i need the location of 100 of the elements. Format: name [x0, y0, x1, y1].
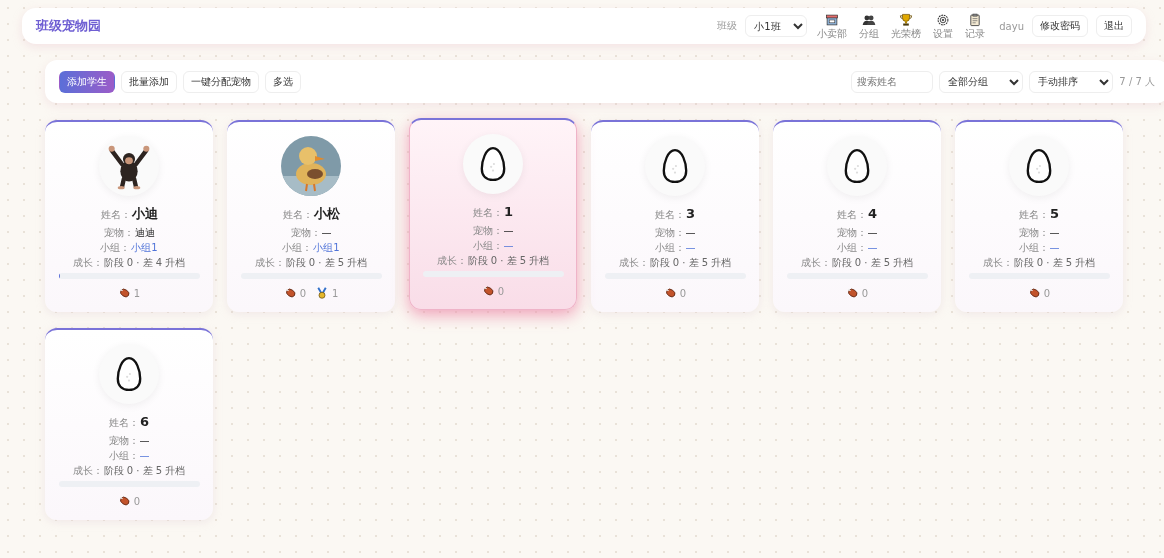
field-label: 宠物： — [654, 226, 685, 240]
toolbar-button[interactable]: 多选 — [265, 70, 301, 93]
pet-value: — — [321, 226, 332, 240]
student-name: 5 — [1049, 205, 1059, 223]
nav-button[interactable]: 分组 — [857, 13, 882, 39]
search-field[interactable]: 搜索姓名 — [851, 70, 934, 93]
student-name: 4 — [867, 205, 877, 223]
nav-button[interactable]: 设置 — [931, 13, 956, 39]
pet-value: — — [503, 224, 514, 238]
student-name: 1 — [503, 203, 513, 221]
field-label: 姓名： — [836, 208, 867, 222]
group-value: — — [867, 241, 878, 255]
toolbar-button[interactable]: 一键分配宠物 — [183, 70, 259, 93]
field-label: 小组： — [836, 241, 867, 255]
app-title: 班级宠物园 — [36, 17, 101, 35]
field-label: 小组： — [282, 241, 313, 255]
growth-value: 阶段 0 · 差 5 升档 — [103, 464, 186, 478]
student-card[interactable]: 姓名：小松 宠物：— 小组：小组1 成长：阶段 0 · 差 5 升档 0 1 — [227, 120, 395, 312]
growth-value: 阶段 0 · 差 4 升档 — [103, 256, 186, 270]
reward-count: 0 — [861, 287, 869, 299]
class-label: 班级 — [717, 19, 738, 33]
reward-count: 0 — [133, 495, 141, 507]
meat-icon — [1027, 287, 1040, 299]
class-select[interactable]: 小1班 — [745, 15, 808, 37]
reward-count: 0 — [679, 287, 687, 299]
growth-value: 阶段 0 · 差 5 升档 — [285, 256, 368, 270]
field-label: 姓名： — [472, 206, 503, 220]
student-card[interactable]: 姓名：5 宠物：— 小组：— 成长：阶段 0 · 差 5 升档 0 — [955, 120, 1123, 312]
field-label: 小组： — [100, 241, 131, 255]
group-value: — — [1049, 241, 1060, 255]
nav-button[interactable]: 小卖部 — [815, 13, 850, 39]
field-label: 成长： — [72, 256, 103, 270]
student-card[interactable]: 姓名：3 宠物：— 小组：— 成长：阶段 0 · 差 5 升档 0 — [591, 120, 759, 312]
student-name: 小迪 — [131, 205, 158, 223]
trophy-icon — [899, 13, 914, 27]
growth-value: 阶段 0 · 差 5 升档 — [1013, 256, 1096, 270]
meat-icon — [663, 287, 676, 299]
reward-count: 0 — [1043, 287, 1051, 299]
pet-value: — — [1049, 226, 1060, 240]
meat-icon — [117, 495, 130, 507]
people-icon — [862, 13, 877, 27]
field-label: 宠物： — [290, 226, 321, 240]
student-count: 7 / 7 人 — [1119, 74, 1155, 89]
clipboard-icon — [968, 13, 983, 27]
growth-value: 阶段 0 · 差 5 升档 — [649, 256, 732, 270]
field-label: 成长： — [618, 256, 649, 270]
reward-count: 0 — [299, 287, 306, 299]
meat-icon — [117, 287, 130, 299]
group-value: — — [139, 449, 150, 463]
field-label: 宠物： — [472, 224, 503, 238]
pet-value: — — [685, 226, 696, 240]
header-button[interactable]: 退出 — [1096, 15, 1132, 37]
field-label: 宠物： — [836, 226, 867, 240]
field-label: 宠物： — [108, 434, 139, 448]
egg-icon — [843, 147, 871, 185]
egg-icon — [479, 145, 507, 183]
medal-icon — [316, 287, 328, 299]
field-label: 小组： — [472, 239, 503, 253]
reward-count: 0 — [497, 285, 505, 297]
field-label: 姓名： — [654, 208, 685, 222]
student-card[interactable]: 姓名：1 宠物：— 小组：— 成长：阶段 0 · 差 5 升档 0 — [409, 118, 577, 310]
field-label: 成长： — [436, 254, 467, 268]
reward-count: 1 — [332, 287, 339, 299]
student-card[interactable]: 姓名：小迪 宠物：迪迪 小组：小组1 成长：阶段 0 · 差 4 升档 1 — [45, 120, 213, 312]
nav-button[interactable]: 记录 — [963, 13, 988, 39]
filter-select[interactable]: 全部分组 — [939, 70, 1024, 93]
meat-icon — [845, 287, 858, 299]
pet-value: 迪迪 — [134, 226, 155, 240]
store-icon — [825, 13, 840, 27]
student-name: 3 — [685, 205, 695, 223]
toolbar-button[interactable]: 批量添加 — [121, 70, 177, 93]
nav-button[interactable]: 光荣榜 — [889, 13, 924, 39]
pet-value: — — [867, 226, 878, 240]
growth-value: 阶段 0 · 差 5 升档 — [831, 256, 914, 270]
field-label: 姓名： — [1018, 208, 1049, 222]
user-name: dayu — [999, 20, 1024, 32]
settings-icon — [936, 13, 951, 27]
field-label: 成长： — [800, 256, 831, 270]
pet-value: — — [139, 434, 150, 448]
field-label: 小组： — [654, 241, 685, 255]
field-label: 姓名： — [108, 416, 139, 430]
field-label: 宠物： — [1018, 226, 1049, 240]
group-value: 小组1 — [313, 241, 340, 255]
field-label: 成长： — [982, 256, 1013, 270]
field-label: 姓名： — [100, 208, 131, 222]
field-label: 成长： — [72, 464, 103, 478]
student-name: 6 — [139, 413, 149, 431]
reward-count: 1 — [133, 287, 141, 299]
group-value: 小组1 — [131, 241, 158, 255]
field-label: 姓名： — [282, 208, 313, 222]
toolbar-button[interactable]: 添加学生 — [59, 70, 115, 93]
group-value: — — [503, 239, 514, 253]
student-name: 小松 — [313, 205, 340, 223]
header-button[interactable]: 修改密码 — [1032, 15, 1088, 37]
field-label: 宠物： — [103, 226, 134, 240]
student-card[interactable]: 姓名：4 宠物：— 小组：— 成长：阶段 0 · 差 5 升档 0 — [773, 120, 941, 312]
student-card[interactable]: 姓名：6 宠物：— 小组：— 成长：阶段 0 · 差 5 升档 0 — [45, 328, 213, 520]
meat-icon — [481, 285, 494, 297]
egg-icon — [115, 355, 143, 393]
filter-select[interactable]: 手动排序 — [1029, 70, 1114, 93]
